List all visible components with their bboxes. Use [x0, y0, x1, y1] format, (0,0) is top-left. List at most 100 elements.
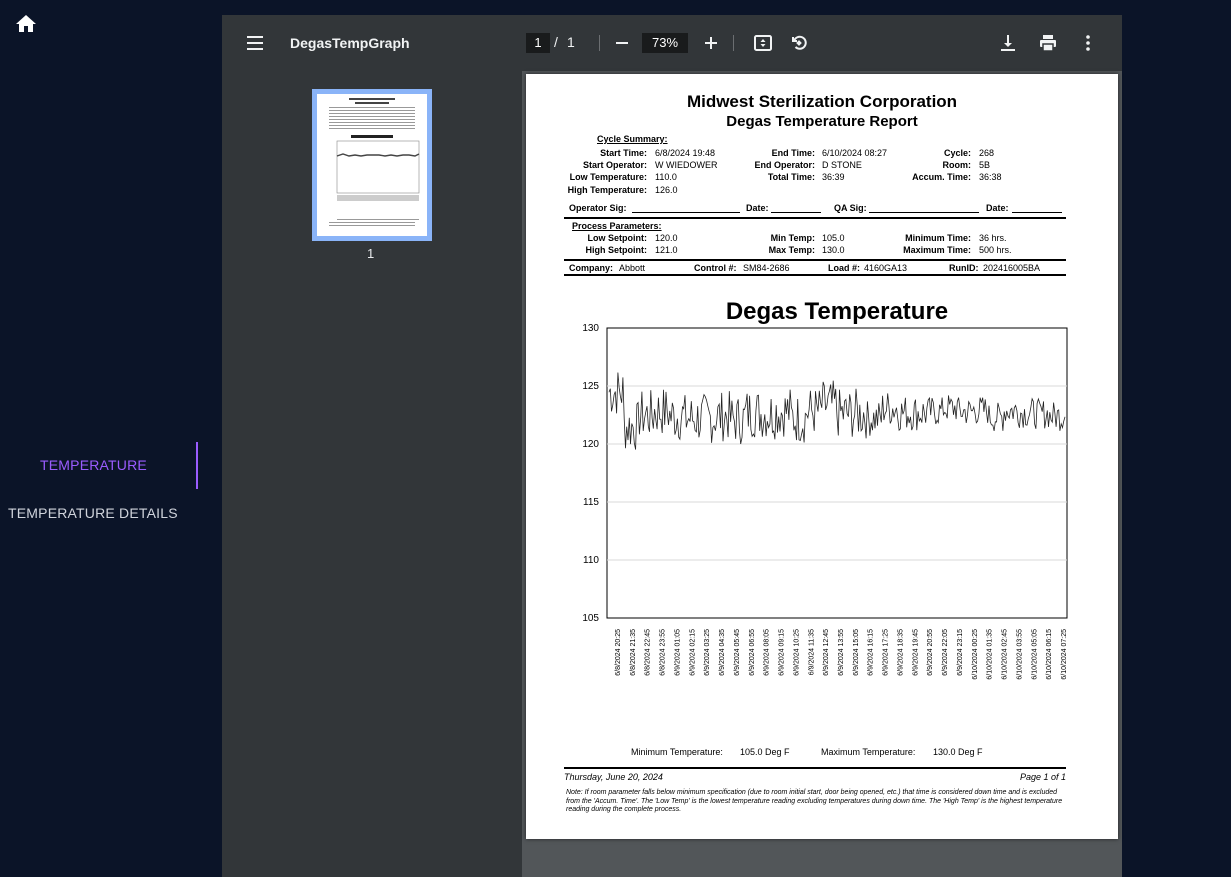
x-tick-label: 6/9/2024 12:45 — [823, 629, 830, 676]
toolbar-divider — [599, 35, 600, 51]
page-number-input[interactable]: 1 — [526, 33, 550, 53]
zoom-level-input[interactable]: 73% — [642, 33, 688, 53]
fit-page-icon[interactable] — [753, 33, 773, 53]
pdf-toolbar: DegasTempGraph 1 / 1 73% — [222, 15, 1122, 71]
minimum-time-value: 36 hrs. — [979, 233, 1007, 243]
toolbar-divider — [733, 35, 734, 51]
x-tick-label: 6/10/2024 06:15 — [1046, 629, 1053, 680]
x-tick-label: 6/9/2024 13:55 — [838, 629, 845, 676]
x-tick-label: 6/10/2024 05:05 — [1031, 629, 1038, 680]
x-tick-label: 6/10/2024 02:45 — [1002, 629, 1009, 680]
x-tick-label: 6/9/2024 09:15 — [779, 629, 786, 676]
x-tick-label: 6/9/2024 11:35 — [808, 629, 815, 675]
operator-sig-label: Operator Sig: — [569, 203, 627, 213]
control-label: Control #: — [694, 263, 737, 273]
zoom-out-icon[interactable] — [614, 35, 630, 51]
temperature-series-line — [608, 372, 1066, 450]
section-rule — [564, 274, 1066, 276]
x-tick-label: 6/9/2024 04:35 — [719, 629, 726, 676]
y-tick-label: 105 — [582, 613, 599, 624]
runid-label: RunID: — [949, 263, 979, 273]
minimum-time-label: Minimum Time: — [905, 233, 971, 243]
y-tick-label: 125 — [582, 381, 599, 392]
min-temperature-footer-label: Minimum Temperature: — [631, 747, 723, 757]
x-tick-label: 6/9/2024 06:55 — [749, 629, 756, 676]
x-tick-label: 6/9/2024 01:05 — [674, 629, 681, 676]
pdf-page: Midwest Sterilization Corporation Degas … — [526, 74, 1118, 839]
home-icon[interactable] — [14, 12, 38, 36]
x-tick-label: 6/9/2024 18:35 — [897, 629, 904, 676]
operator-date-line — [771, 212, 821, 213]
x-tick-label: 6/8/2024 21:35 — [630, 629, 637, 676]
x-tick-label: 6/9/2024 17:25 — [883, 629, 890, 676]
chart-title: Degas Temperature — [726, 298, 948, 325]
x-tick-label: 6/9/2024 03:25 — [704, 629, 711, 676]
rotate-icon[interactable] — [789, 33, 809, 53]
high-temperature-label: High Temperature: — [567, 185, 647, 195]
cycle-label: Cycle: — [943, 148, 971, 158]
x-tick-label: 6/9/2024 02:15 — [689, 629, 696, 676]
x-tick-label: 6/9/2024 15:05 — [853, 629, 860, 676]
x-tick-label: 6/9/2024 16:15 — [868, 629, 875, 676]
report-note: Note: If room parameter falls below mini… — [566, 789, 1063, 813]
x-tick-label: 6/9/2024 08:05 — [764, 629, 771, 676]
y-tick-label: 130 — [582, 323, 599, 334]
min-temperature-footer-value: 105.0 Deg F — [740, 747, 790, 757]
x-tick-label: 6/10/2024 01:35 — [987, 629, 994, 680]
zoom-in-icon[interactable] — [703, 35, 719, 51]
maximum-time-value: 500 hrs. — [979, 245, 1012, 255]
thumbnail-graphic — [329, 98, 420, 226]
more-options-icon[interactable] — [1078, 33, 1098, 53]
section-rule — [564, 217, 1066, 219]
load-value: 4160GA13 — [864, 263, 908, 273]
x-tick-label: 6/9/2024 05:45 — [734, 629, 741, 676]
report-company-name: Midwest Sterilization Corporation — [686, 92, 958, 111]
x-tick-label: 6/9/2024 23:15 — [957, 629, 964, 676]
x-tick-label: 6/9/2024 22:05 — [942, 629, 949, 676]
menu-icon[interactable] — [246, 33, 266, 53]
room-value: 5B — [979, 160, 991, 170]
thumbnail-preview — [317, 94, 427, 236]
y-tick-label: 120 — [582, 439, 599, 450]
page-thumbnail[interactable] — [312, 89, 432, 241]
operator-date-label: Date: — [746, 203, 769, 213]
cycle-value: 268 — [979, 148, 995, 158]
load-label: Load #: — [828, 263, 861, 273]
x-tick-label: 6/8/2024 22:45 — [645, 629, 652, 676]
x-tick-label: 6/8/2024 20:25 — [615, 629, 622, 676]
plot-frame — [606, 327, 1068, 619]
document-title: DegasTempGraph — [290, 35, 410, 51]
qa-sig-label: QA Sig: — [834, 203, 867, 213]
print-icon[interactable] — [1038, 33, 1058, 53]
qa-sig-line — [869, 212, 979, 213]
page-total: 1 — [567, 34, 575, 50]
room-label: Room: — [942, 160, 972, 170]
process-params-heading: Process Parameters: — [572, 221, 662, 231]
print-date: Thursday, June 20, 2024 — [564, 772, 663, 782]
pdf-viewer: DegasTempGraph 1 / 1 73% 1 Midwest Steri… — [222, 15, 1122, 877]
nav-item-temperature-details[interactable]: TEMPERATURE DETAILS — [8, 505, 178, 521]
control-value: SM84-2686 — [743, 263, 790, 273]
thumbnail-sidebar: 1 — [222, 71, 522, 877]
max-temperature-footer-label: Maximum Temperature: — [821, 747, 916, 757]
x-tick-label: 6/9/2024 19:45 — [912, 629, 919, 676]
download-icon[interactable] — [998, 33, 1018, 53]
nav-item-temperature[interactable]: TEMPERATURE — [40, 457, 147, 473]
accum-time-value: 36:38 — [979, 172, 1002, 182]
company-label: Company: — [569, 263, 614, 273]
section-rule — [564, 259, 1066, 261]
x-tick-label: 6/9/2024 10:25 — [793, 629, 800, 676]
y-tick-label: 115 — [583, 497, 599, 508]
operator-sig-line — [632, 212, 740, 213]
report-title: Degas Temperature Report — [726, 113, 918, 130]
company-value: Abbott — [619, 263, 646, 273]
runid-value: 202416005BA — [983, 263, 1041, 273]
x-tick-label: 6/10/2024 03:55 — [1016, 629, 1023, 680]
footer-rule — [564, 767, 1066, 769]
x-tick-label: 6/8/2024 23:55 — [660, 629, 667, 676]
y-tick-label: 110 — [583, 555, 599, 566]
page-separator: / — [554, 34, 558, 50]
app-sidebar: TEMPERATURE TEMPERATURE DETAILS — [0, 0, 222, 877]
page-of: Page 1 of 1 — [1019, 772, 1066, 782]
cycle-summary-heading: Cycle Summary: — [597, 134, 668, 144]
